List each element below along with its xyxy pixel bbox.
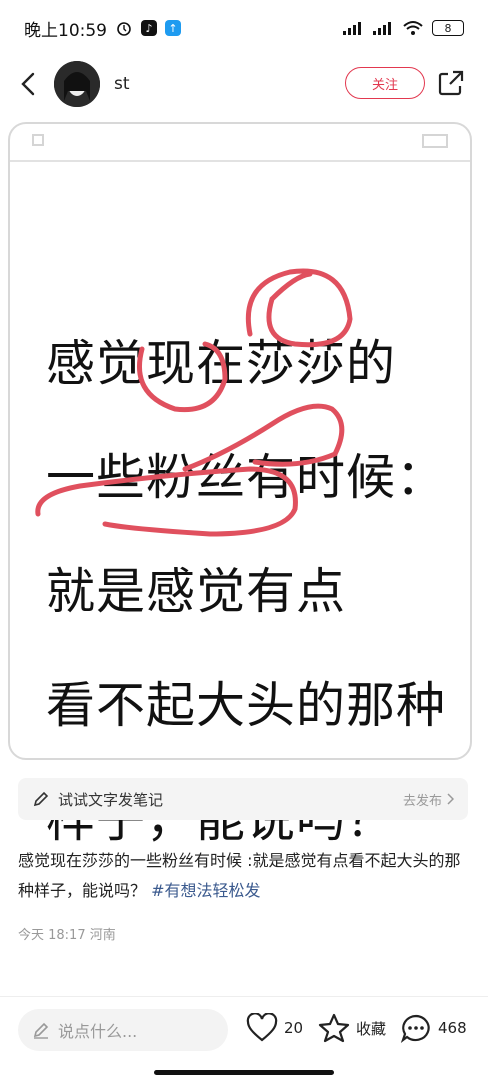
try-text-note-bar[interactable]: 试试文字发笔记 去发布: [18, 778, 468, 820]
card-header: [10, 124, 470, 162]
post-image[interactable]: 感觉现在莎莎的 一些粉丝有时候： 就是感觉有点 看不起大头的那种 样子，能说吗？: [8, 122, 472, 848]
image-text-line: 感觉现在莎莎的: [46, 335, 397, 392]
battery-icon: 8: [432, 20, 464, 36]
chevron-right-icon: [447, 793, 454, 805]
collect-label: 收藏: [356, 1019, 387, 1038]
wifi-icon: [403, 21, 423, 35]
hashtag-link[interactable]: #有想法轻松发: [151, 881, 260, 900]
alarm-icon: [117, 22, 131, 36]
status-time: 晚上10:59: [24, 20, 107, 41]
window-square-icon: [32, 134, 44, 146]
comment-input[interactable]: 说点什么...: [18, 1009, 228, 1051]
image-text-line: 看不起大头的那种: [46, 677, 447, 734]
collect-button[interactable]: 收藏: [318, 1013, 386, 1043]
upload-icon: ↑: [165, 20, 181, 36]
post-meta: 今天 18:17 河南: [18, 928, 116, 943]
pencil-icon: [33, 1022, 49, 1039]
follow-button[interactable]: 关注: [345, 67, 425, 99]
avatar[interactable]: [54, 61, 100, 107]
heart-icon: [246, 1013, 278, 1042]
window-control-icon: [422, 134, 448, 148]
pencil-icon: [33, 791, 49, 807]
star-icon: [318, 1013, 350, 1043]
chat-bubble-icon: [400, 1014, 430, 1043]
image-text-line: 一些粉丝有时候：: [46, 449, 447, 506]
top-nav: st 关注: [0, 56, 488, 112]
comment-button[interactable]: 468: [400, 1013, 467, 1043]
share-icon[interactable]: [436, 68, 466, 98]
image-text-line: 就是感觉有点: [46, 563, 347, 620]
home-indicator[interactable]: [154, 1070, 334, 1075]
like-count: 20: [284, 1019, 304, 1037]
post-description: 感觉现在莎莎的一些粉丝有时候 :就是感觉有点看不起大头的那种样子，能说吗？ #有…: [18, 846, 468, 906]
like-button[interactable]: 20: [246, 1013, 303, 1043]
comment-count: 468: [438, 1019, 467, 1037]
note-bar-label: 试试文字发笔记: [58, 790, 164, 809]
signal-icon: [343, 22, 361, 35]
comment-placeholder: 说点什么...: [58, 1022, 138, 1041]
publish-link[interactable]: 去发布: [403, 790, 454, 809]
bottom-action-bar: 说点什么... 20 收藏 468: [0, 996, 488, 1060]
back-button[interactable]: [16, 72, 40, 96]
username[interactable]: st: [114, 74, 130, 94]
tiktok-icon: ♪: [141, 20, 157, 36]
status-bar: 晚上10:59 ♪ ↑ 8: [0, 0, 488, 56]
chevron-left-icon: [21, 72, 35, 96]
signal-icon-2: [373, 22, 391, 35]
